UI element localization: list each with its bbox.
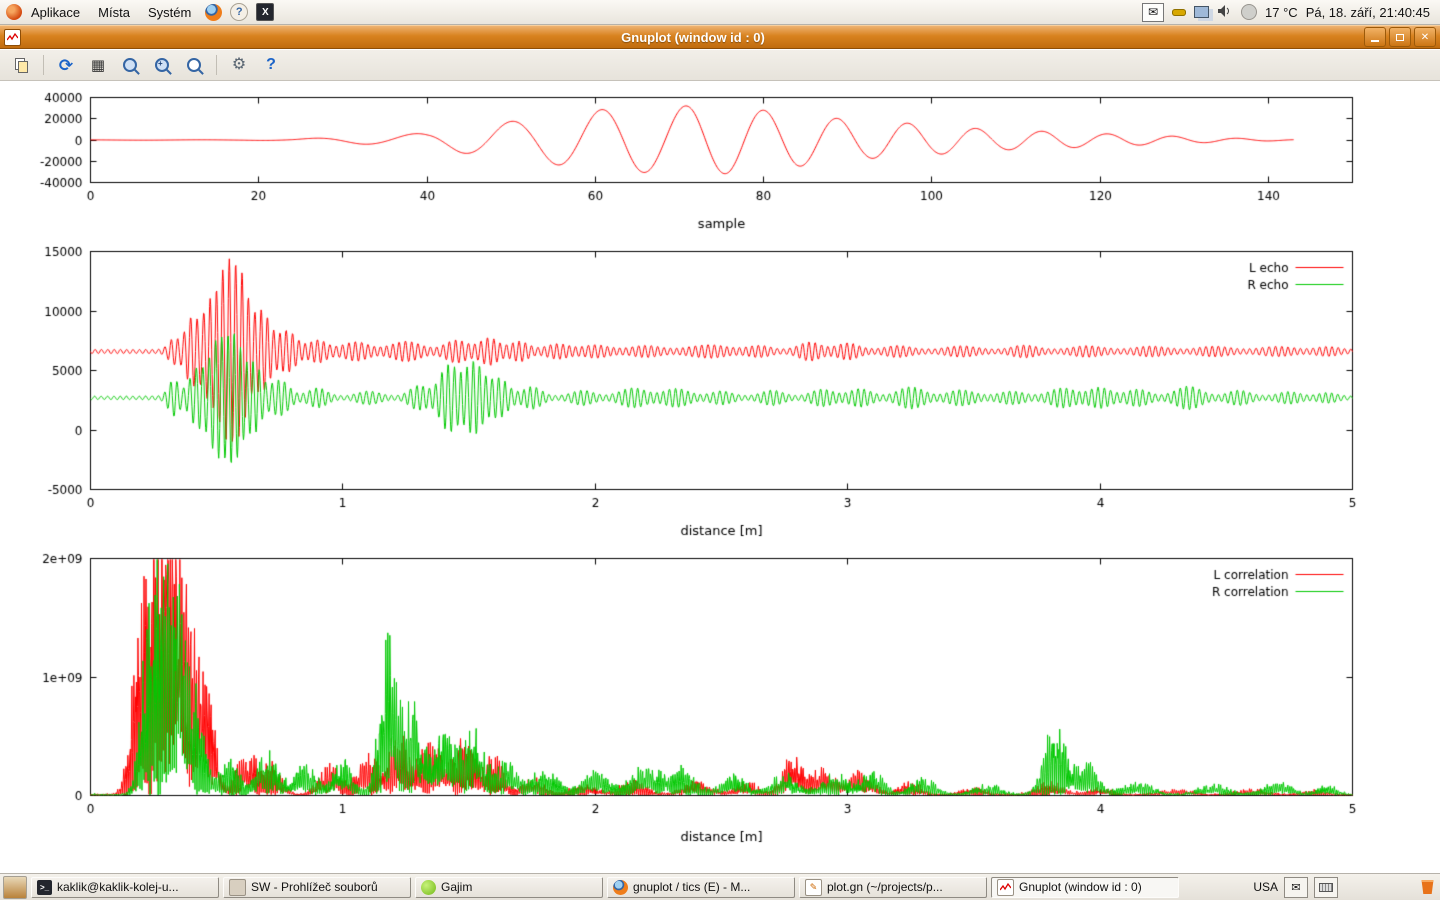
minimize-button[interactable] (1364, 27, 1386, 47)
menu-system-label: Systém (148, 5, 191, 20)
zoom-next-icon: + (155, 58, 169, 72)
configure-icon: ⚙ (232, 57, 246, 73)
replot-button[interactable]: ⟳ (53, 53, 79, 78)
volume-icon[interactable] (1217, 4, 1233, 21)
taskbar-item-terminal[interactable]: >_ kaklik@kaklik-kolej-u... (31, 877, 219, 898)
trash-icon[interactable] (1420, 880, 1435, 894)
toggle-grid-button[interactable]: ▦ (85, 53, 111, 78)
text-editor-icon: ✎ (805, 879, 822, 896)
taskbar-item-label: kaklik@kaklik-kolej-u... (57, 880, 179, 894)
keyboard-indicator[interactable] (1314, 877, 1338, 898)
xterm-icon: X (256, 3, 274, 21)
taskbar-right-cluster: USA ✉ (1253, 877, 1437, 898)
taskbar: >_ kaklik@kaklik-kolej-u... SW - Prohlíž… (0, 873, 1440, 900)
mail-indicator[interactable]: ✉ (1284, 877, 1308, 898)
minimize-icon (1371, 40, 1379, 42)
configure-button[interactable]: ⚙ (226, 53, 252, 78)
help-icon: ? (230, 3, 248, 21)
taskbar-item-label: Gajim (441, 880, 472, 894)
copy-to-clipboard-button[interactable] (8, 53, 34, 78)
mail-icon[interactable]: ✉ (1142, 3, 1164, 22)
close-button[interactable]: ✕ (1414, 27, 1436, 47)
zoom-previous-button[interactable] (117, 53, 143, 78)
file-manager-icon (229, 879, 246, 896)
weather-icon[interactable] (1241, 4, 1257, 20)
terminal-icon: >_ (37, 880, 52, 895)
zoom-fit-icon (187, 58, 201, 72)
toolbar-separator (216, 55, 217, 75)
gajim-icon (421, 880, 436, 895)
close-icon: ✕ (1421, 32, 1429, 43)
menu-places-label: Místa (98, 5, 130, 20)
firefox-icon (613, 880, 628, 895)
zoom-fit-button[interactable] (181, 53, 207, 78)
refresh-icon: ⟳ (59, 57, 73, 74)
gnuplot-icon (997, 879, 1014, 896)
temperature-label: 17 °C (1265, 5, 1298, 20)
plot-canvas[interactable] (0, 81, 1440, 873)
mail-icon: ✉ (1291, 881, 1300, 894)
maximize-icon (1396, 34, 1404, 41)
taskbar-item-gnuplot[interactable]: Gnuplot (window id : 0) (991, 877, 1179, 898)
distro-logo-icon[interactable] (6, 4, 22, 20)
help-button[interactable]: ? (258, 53, 284, 78)
taskbar-item-editor[interactable]: ✎ plot.gn (~/projects/p... (799, 877, 987, 898)
display-icon[interactable] (1194, 6, 1209, 18)
taskbar-item-label: SW - Prohlížeč souborů (251, 880, 378, 894)
keyboard-icon (1319, 883, 1333, 892)
help-icon: ? (266, 57, 276, 73)
top-panel: Aplikace Místa Systém ? X ✉ 17 °C Pá, 18… (0, 0, 1440, 25)
keyboard-layout-indicator[interactable]: USA (1253, 880, 1278, 894)
grid-icon: ▦ (91, 58, 105, 73)
taskbar-item-firefox[interactable]: gnuplot / tics (E) - M... (607, 877, 795, 898)
window-title: Gnuplot (window id : 0) (25, 30, 1361, 45)
taskbar-item-label: gnuplot / tics (E) - M... (633, 880, 750, 894)
taskbar-item-label: plot.gn (~/projects/p... (827, 880, 943, 894)
firefox-icon (205, 4, 222, 21)
taskbar-item-gajim[interactable]: Gajim (415, 877, 603, 898)
zoom-previous-icon (123, 58, 137, 72)
gnuplot-window-icon (4, 29, 21, 46)
gnuplot-toolbar: ⟳ ▦ + ⚙ ? (0, 50, 1440, 81)
menu-applications-label: Aplikace (31, 5, 80, 20)
maximize-button[interactable] (1389, 27, 1411, 47)
system-tray: ✉ 17 °C Pá, 18. září, 21:40:45 (1142, 3, 1440, 22)
xterm-launcher[interactable]: X (255, 2, 275, 22)
copy-icon (15, 58, 28, 73)
toolbar-separator (43, 55, 44, 75)
menu-places[interactable]: Místa (89, 0, 139, 24)
clock[interactable]: Pá, 18. září, 21:40:45 (1306, 5, 1430, 20)
zoom-next-button[interactable]: + (149, 53, 175, 78)
window-titlebar[interactable]: Gnuplot (window id : 0) ✕ (0, 25, 1440, 49)
key-icon[interactable] (1172, 9, 1186, 16)
taskbar-item-file-browser[interactable]: SW - Prohlížeč souborů (223, 877, 411, 898)
help-launcher[interactable]: ? (229, 2, 249, 22)
menu-applications[interactable]: Aplikace (22, 0, 89, 24)
show-desktop-icon[interactable] (3, 876, 27, 899)
firefox-launcher[interactable] (203, 2, 223, 22)
taskbar-item-label: Gnuplot (window id : 0) (1019, 880, 1142, 894)
menu-system[interactable]: Systém (139, 0, 200, 24)
